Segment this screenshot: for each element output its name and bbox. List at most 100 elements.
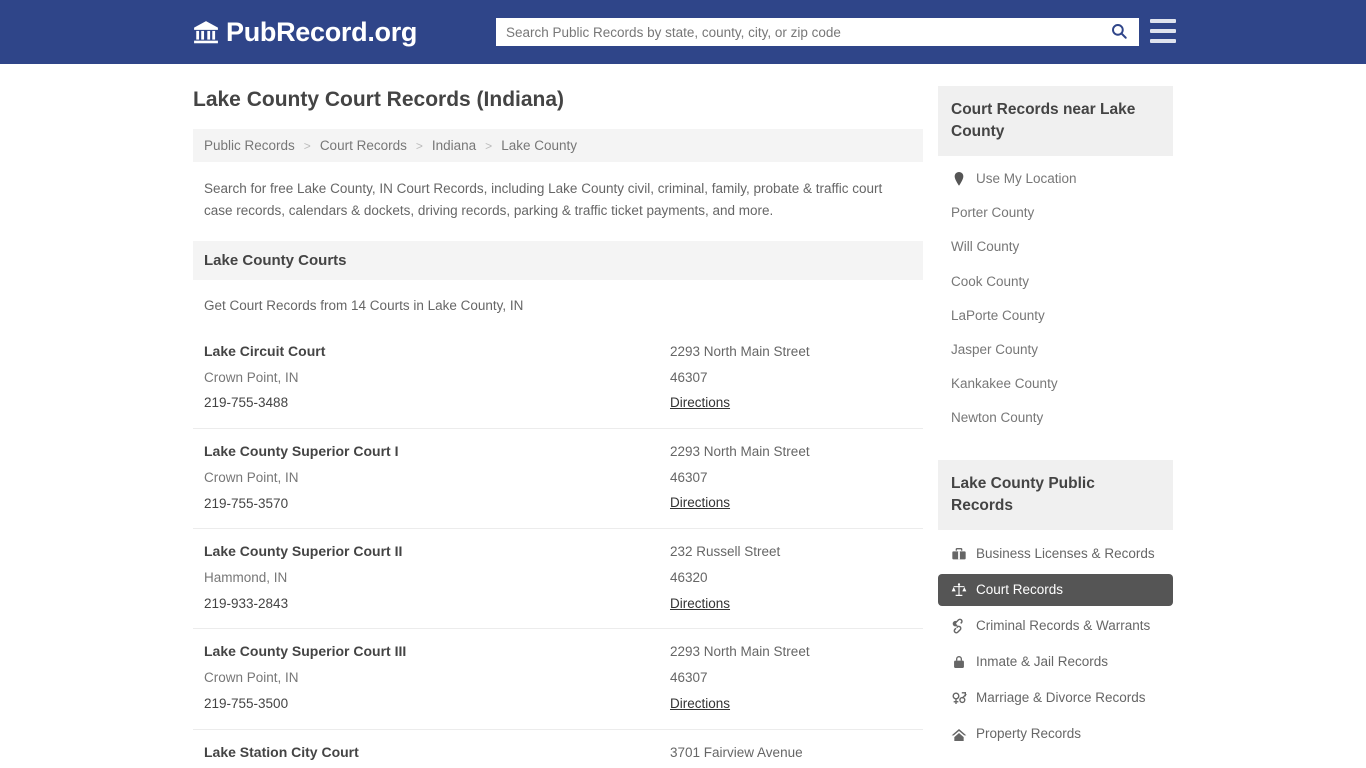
venus-mars-icon xyxy=(951,690,967,706)
sidebar-item-use-my-location[interactable]: Use My Location xyxy=(938,162,1173,196)
court-name[interactable]: Lake Station City Court xyxy=(204,740,670,766)
court-row: Lake Station City CourtLake Station, IN2… xyxy=(193,729,923,768)
court-address: 2293 North Main Street46307Directions xyxy=(670,339,912,416)
court-name[interactable]: Lake County Superior Court II xyxy=(204,539,670,565)
court-address: 2293 North Main Street46307Directions xyxy=(670,439,912,516)
court-city: Crown Point, IN xyxy=(204,665,670,691)
court-row: Lake County Superior Court IIHammond, IN… xyxy=(193,528,923,628)
breadcrumb-item-2[interactable]: Indiana xyxy=(432,138,476,153)
court-address: 232 Russell Street46320Directions xyxy=(670,539,912,616)
court-row: Lake County Superior Court ICrown Point,… xyxy=(193,428,923,528)
sidebar-item-label: Court Records xyxy=(976,582,1063,598)
page-title: Lake County Court Records (Indiana) xyxy=(193,86,923,113)
sidebar-item-property-records[interactable]: Property Records xyxy=(938,718,1173,750)
court-phone[interactable]: 219-933-2843 xyxy=(204,591,670,617)
court-info: Lake County Superior Court ICrown Point,… xyxy=(204,439,670,516)
court-city: Hammond, IN xyxy=(204,565,670,591)
breadcrumb-item-3[interactable]: Lake County xyxy=(501,138,577,153)
hamburger-bar-2 xyxy=(1150,29,1176,33)
breadcrumb-item-1[interactable]: Court Records xyxy=(320,138,407,153)
breadcrumb-item-0[interactable]: Public Records xyxy=(204,138,295,153)
section-subtitle: Get Court Records from 14 Courts in Lake… xyxy=(193,280,923,313)
sidebar-item-marriage-divorce-records[interactable]: Marriage & Divorce Records xyxy=(938,682,1173,714)
court-street: 2293 North Main Street xyxy=(670,439,912,465)
directions-link[interactable]: Directions xyxy=(670,490,730,516)
sidebar-item-inmate-jail-records[interactable]: Inmate & Jail Records xyxy=(938,646,1173,678)
sidebar-item-label: Criminal Records & Warrants xyxy=(976,618,1150,634)
sidebar-item-label: Business Licenses & Records xyxy=(976,546,1155,562)
court-info: Lake County Superior Court IIHammond, IN… xyxy=(204,539,670,616)
search-icon xyxy=(1110,22,1128,43)
sidebar-item-label: Use My Location xyxy=(976,171,1077,187)
court-address: 3701 Fairview Avenue46405Directions xyxy=(670,740,912,768)
breadcrumb: Public Records > Court Records > Indiana… xyxy=(193,129,923,162)
sidebar-item-label: Inmate & Jail Records xyxy=(976,654,1108,670)
court-city: Crown Point, IN xyxy=(204,465,670,491)
sidebar-item-label: Marriage & Divorce Records xyxy=(976,690,1146,706)
map-pin-icon xyxy=(951,171,967,187)
court-zip: 46307 xyxy=(670,365,912,391)
court-zip: 46320 xyxy=(670,565,912,591)
sidebar-public-records-list: Business Licenses & Records Court Records… xyxy=(938,530,1173,751)
directions-link[interactable]: Directions xyxy=(670,591,730,617)
sidebar-header-public-records: Lake County Public Records xyxy=(938,460,1173,530)
sidebar-item-label: Property Records xyxy=(976,726,1081,742)
sidebar-header-nearby: Court Records near Lake County xyxy=(938,86,1173,156)
court-street: 2293 North Main Street xyxy=(670,639,912,665)
search-bar[interactable] xyxy=(496,18,1139,46)
breadcrumb-separator-0: > xyxy=(297,139,318,153)
sidebar-item-label: Newton County xyxy=(951,410,1043,426)
sidebar-item-cook-county[interactable]: Cook County xyxy=(938,265,1173,299)
main-content: Lake County Court Records (Indiana) Publ… xyxy=(193,86,923,768)
page-intro-text: Search for free Lake County, IN Court Re… xyxy=(193,162,923,221)
section-header-courts: Lake County Courts xyxy=(193,241,923,280)
court-row: Lake Circuit CourtCrown Point, IN219-755… xyxy=(193,329,923,428)
search-button[interactable] xyxy=(1099,18,1139,46)
court-phone[interactable]: 219-755-3500 xyxy=(204,691,670,717)
sidebar-item-jasper-county[interactable]: Jasper County xyxy=(938,333,1173,367)
sidebar-item-porter-county[interactable]: Porter County xyxy=(938,196,1173,230)
sidebar-item-criminal-records-warrants[interactable]: Criminal Records & Warrants xyxy=(938,610,1173,642)
briefcase-icon xyxy=(951,546,967,562)
court-info: Lake County Superior Court IIICrown Poin… xyxy=(204,639,670,716)
court-phone[interactable]: 219-755-3488 xyxy=(204,390,670,416)
court-name[interactable]: Lake Circuit Court xyxy=(204,339,670,365)
sidebar-group-public-records: Lake County Public Records Business Lice… xyxy=(938,460,1173,751)
sidebar-item-will-county[interactable]: Will County xyxy=(938,230,1173,264)
court-info: Lake Circuit CourtCrown Point, IN219-755… xyxy=(204,339,670,416)
court-phone[interactable]: 219-755-3570 xyxy=(204,491,670,517)
sidebar-item-laporte-county[interactable]: LaPorte County xyxy=(938,299,1173,333)
sidebar: Court Records near Lake County Use My Lo… xyxy=(938,86,1173,755)
sidebar-item-label: Jasper County xyxy=(951,342,1038,358)
sidebar-item-court-records[interactable]: Court Records xyxy=(938,574,1173,606)
breadcrumb-separator-2: > xyxy=(478,139,499,153)
landmark-icon xyxy=(193,19,219,45)
site-logo[interactable]: PubRecord.org xyxy=(193,19,417,46)
court-city: Crown Point, IN xyxy=(204,365,670,391)
court-street: 2293 North Main Street xyxy=(670,339,912,365)
brand-name: PubRecord.org xyxy=(226,19,417,46)
court-zip: 46307 xyxy=(670,665,912,691)
court-street: 3701 Fairview Avenue xyxy=(670,740,912,766)
search-input[interactable] xyxy=(496,18,1099,46)
court-row: Lake County Superior Court IIICrown Poin… xyxy=(193,628,923,728)
court-street: 232 Russell Street xyxy=(670,539,912,565)
handcuffs-icon xyxy=(951,618,967,634)
court-name[interactable]: Lake County Superior Court I xyxy=(204,439,670,465)
directions-link[interactable]: Directions xyxy=(670,691,730,717)
hamburger-menu-icon[interactable] xyxy=(1150,19,1176,43)
directions-link[interactable]: Directions xyxy=(670,390,730,416)
house-icon xyxy=(951,727,967,743)
site-header: PubRecord.org xyxy=(0,0,1366,64)
sidebar-item-kankakee-county[interactable]: Kankakee County xyxy=(938,367,1173,401)
page-body: Lake County Court Records (Indiana) Publ… xyxy=(0,64,1366,768)
sidebar-nearby-list: Use My Location Porter County Will CountyC… xyxy=(938,156,1173,436)
sidebar-item-newton-county[interactable]: Newton County xyxy=(938,401,1173,435)
hamburger-bar-3 xyxy=(1150,39,1176,43)
court-info: Lake Station City CourtLake Station, IN2… xyxy=(204,740,670,768)
sidebar-item-label: Porter County xyxy=(951,205,1034,221)
court-name[interactable]: Lake County Superior Court III xyxy=(204,639,670,665)
breadcrumb-separator-1: > xyxy=(409,139,430,153)
court-list: Lake Circuit CourtCrown Point, IN219-755… xyxy=(193,329,923,768)
sidebar-item-business-licenses-records[interactable]: Business Licenses & Records xyxy=(938,538,1173,570)
